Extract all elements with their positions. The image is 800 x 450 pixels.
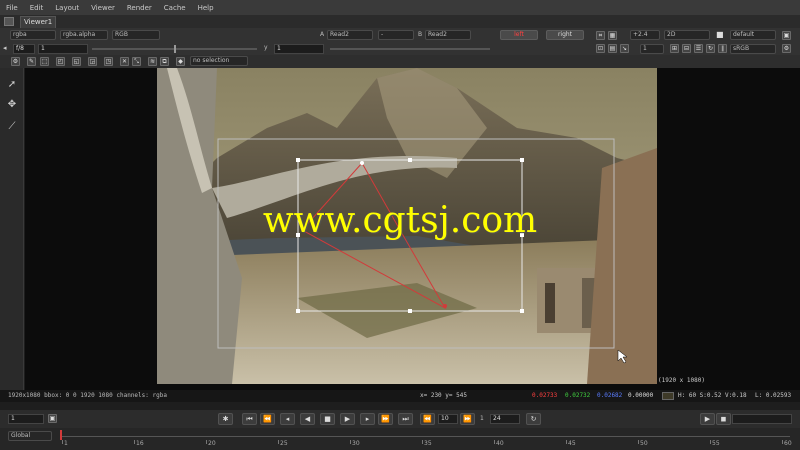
timeline-tick-label: 55	[712, 440, 720, 447]
playhead[interactable]	[60, 430, 62, 440]
timeline-tick-label: 50	[640, 440, 648, 447]
timeline-tick	[422, 440, 423, 444]
frame-step-icon[interactable]: ✱	[218, 413, 233, 425]
watermark: www.cgtsj.com	[262, 200, 538, 241]
timeline-tick	[710, 440, 711, 444]
timeline-tick-label: 60	[784, 440, 792, 447]
timeline-tick-label: 20	[208, 440, 216, 447]
play-forward-button[interactable]: ▶	[340, 413, 355, 425]
transport-bar: 1 ▣ ✱ ⏮ ⏪ ◂ ◀ ■ ▶ ▸ ⏩ ⏭ ⏪ 10 ⏩ 1 24 ↻ ▶ …	[0, 410, 800, 428]
timeline-tick	[350, 440, 351, 444]
timeline-tick	[62, 440, 63, 444]
color-swatch	[662, 392, 674, 400]
spline-point[interactable]	[443, 304, 447, 308]
timeline-tick	[782, 440, 783, 444]
mouse-cursor-icon	[617, 349, 628, 364]
stop-button[interactable]: ■	[320, 413, 335, 425]
timeline-tick-label: 30	[352, 440, 360, 447]
pixel-a: 0.00000	[628, 392, 654, 399]
fps-field[interactable]	[732, 414, 792, 424]
spline-point[interactable]	[360, 161, 364, 165]
timeline-tick	[494, 440, 495, 444]
go-to-end-button[interactable]: ⏭	[398, 413, 413, 425]
skip-forward-button[interactable]: ⏩	[460, 413, 475, 425]
pixel-g: 0.02732	[565, 392, 591, 399]
timeline-tick-label: 25	[280, 440, 288, 447]
timeline[interactable]: Global 1 16 20 25 30 35 40 45 50 55 60	[0, 428, 800, 450]
timeline-track[interactable]	[60, 436, 790, 437]
previous-keyframe-button[interactable]: ⏪	[260, 413, 275, 425]
pixel-luma: L: 0.02593	[755, 392, 792, 399]
timeline-tick	[134, 440, 135, 444]
pixel-hsv: H: 60 S:0.52 V:0.18	[678, 392, 747, 399]
pixel-r: 0.02733	[532, 392, 558, 399]
timeline-tick-label: 35	[424, 440, 432, 447]
skip-back-button[interactable]: ⏪	[420, 413, 435, 425]
timeline-tick-label: 40	[496, 440, 504, 447]
step-forward-button[interactable]: ▸	[360, 413, 375, 425]
timeline-tick-label: 1	[64, 440, 68, 447]
loop-mode-button[interactable]: ↻	[526, 413, 541, 425]
format-box	[217, 138, 615, 349]
playback-range-dropdown[interactable]: Global	[8, 431, 52, 441]
go-to-start-button[interactable]: ⏮	[242, 413, 257, 425]
play-backward-button[interactable]: ◀	[300, 413, 315, 425]
timeline-tick	[278, 440, 279, 444]
resolution-badge: (1920 x 1080)	[658, 377, 705, 384]
pixel-b: 0.02682	[597, 392, 623, 399]
timeline-tick	[638, 440, 639, 444]
next-keyframe-button[interactable]: ⏩	[378, 413, 393, 425]
current-frame-field[interactable]: 10	[438, 414, 458, 424]
timeline-tick	[206, 440, 207, 444]
status-bar: 1920x1080 bbox: 0 0 1920 1080 channels: …	[0, 390, 800, 402]
flipbook-button[interactable]: ▶	[700, 413, 715, 425]
timeline-tick-label: 16	[136, 440, 144, 447]
end-frame-label: 1	[480, 415, 484, 422]
cursor-coords: x= 230 y= 545	[420, 392, 467, 399]
timeline-tick	[566, 440, 567, 444]
record-button[interactable]: ◼	[716, 413, 731, 425]
format-info: 1920x1080 bbox: 0 0 1920 1080 channels: …	[8, 392, 167, 399]
frame-start-field[interactable]: 1	[8, 414, 44, 424]
end-frame-field[interactable]: 24	[490, 414, 520, 424]
timeline-tick-label: 45	[568, 440, 576, 447]
step-back-button[interactable]: ◂	[280, 413, 295, 425]
lock-range-icon[interactable]: ▣	[48, 414, 57, 423]
